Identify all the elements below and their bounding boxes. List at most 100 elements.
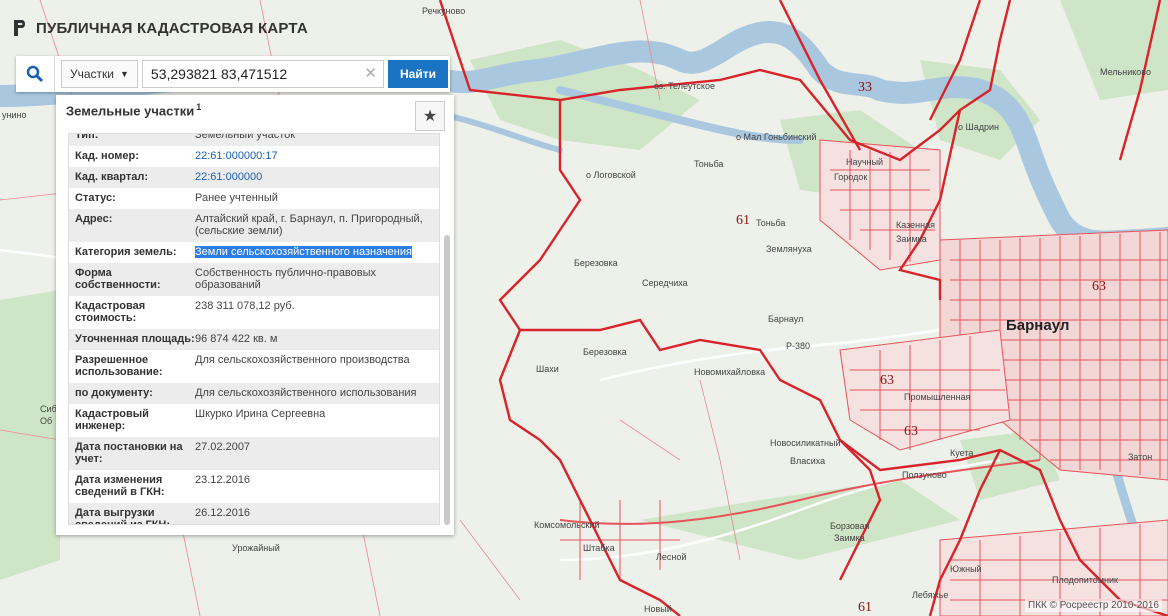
attribute-key: Кадастровая стоимость: — [75, 300, 146, 324]
map-label: Землянуха — [766, 244, 812, 254]
attribute-key: Разрешенное использование: — [75, 354, 163, 378]
attribute-value-link[interactable]: 22:61:000000 — [195, 171, 435, 183]
attribute-row: Категория земель: Земли сельскохозяйствен… — [69, 242, 439, 263]
map-label: о Мал Гоньбинский — [736, 132, 816, 142]
search-icon[interactable] — [16, 56, 55, 92]
map-label: Ползуново — [902, 470, 947, 480]
chevron-down-icon: ▼ — [120, 69, 129, 79]
map-label: оз. Телеутское — [654, 81, 715, 91]
attribute-row: Кад. номер: 22:61:000000:17 — [69, 146, 439, 167]
scrollbar[interactable] — [444, 235, 450, 525]
map-label: Южный — [950, 564, 982, 574]
star-icon: ★ — [422, 108, 438, 125]
results-count: 1 — [196, 102, 202, 112]
map-label: Новомихайловка — [694, 367, 765, 377]
map-label: Научный — [846, 157, 883, 167]
attribute-value-link[interactable]: 22:61:000000:17 — [195, 150, 435, 162]
attribute-value: 23.12.2016 — [195, 474, 251, 486]
search-input[interactable]: 53,293821 83,471512 ✕ — [141, 60, 384, 88]
map-label: Урожайный — [232, 543, 280, 553]
attribute-row: Разрешенное использование: Для сельскохоз… — [69, 350, 439, 383]
district-number: 61 — [858, 600, 872, 615]
map-label: Об — [40, 416, 52, 426]
attribute-row: Статус: Ранее учтенный — [69, 188, 439, 209]
map-label: Городок — [834, 172, 867, 182]
attribute-key: Кад. номер: — [75, 150, 139, 162]
district-number: 63 — [1092, 279, 1106, 294]
info-panel: Земельные участки 1 ★ Тип: Земельный участ… — [56, 95, 454, 535]
selected-text: Земли сельскохозяйственного назначения — [195, 246, 412, 258]
map-label: Лебяжье — [912, 590, 948, 600]
map-label: Плодопитомник — [1052, 575, 1118, 585]
map-label: Сиб — [40, 404, 57, 414]
attribute-key: Дата постановки на учет: — [75, 441, 183, 465]
attribute-row: Дата постановки на учет: 27.02.2007 — [69, 437, 439, 470]
find-button[interactable]: Найти — [388, 60, 448, 88]
attribute-row: по документу: Для сельскохозяйственного и… — [69, 383, 439, 404]
parcel-attributes: Тип: Земельный участок Кад. номер: 22:61:00… — [68, 133, 440, 525]
map-label: Заимка — [896, 234, 927, 244]
app-title: ПУБЛИЧНАЯ КАДАСТРОВАЯ КАРТА — [36, 19, 308, 37]
map-label: Тоньба — [756, 218, 785, 228]
map-label: Заимка — [834, 533, 865, 543]
attribute-row: Тип: Земельный участок — [69, 133, 439, 146]
attribute-row: Форма собственности: Собственность публич… — [69, 263, 439, 296]
map-label: Новосиликатный — [770, 438, 841, 448]
map-label: Р-380 — [786, 341, 810, 351]
attribute-row: Дата выгрузки сведений из ГКН: 26.12.2016 — [69, 503, 439, 525]
attribute-key: Форма собственности: — [75, 267, 161, 291]
map-label: Новый — [644, 604, 672, 614]
map-label: Штабка — [583, 543, 615, 553]
map-label: Шахи — [536, 364, 559, 374]
attribute-value: Ранее учтенный — [195, 192, 278, 204]
app-header: ПУБЛИЧНАЯ КАДАСТРОВАЯ КАРТА — [12, 18, 308, 38]
attribute-key: Статус: — [75, 192, 116, 204]
attribute-key: по документу: — [75, 387, 153, 399]
map-label: Власиха — [790, 456, 825, 466]
map-label: Казенная — [896, 220, 935, 230]
district-number: 63 — [880, 373, 894, 388]
map-label: Борзовая — [830, 521, 870, 531]
district-number: 33 — [858, 80, 872, 95]
attribute-value: 27.02.2007 — [195, 441, 251, 453]
panel-title-text: Земельные участки — [66, 103, 195, 119]
attribute-key: Кад. квартал: — [75, 171, 149, 183]
map-label: Середчиха — [642, 278, 688, 288]
map-label: Барнаул — [768, 314, 803, 324]
attribute-row: Кадастровая стоимость: 238 311 078,12 руб… — [69, 296, 439, 329]
clear-icon[interactable]: ✕ — [364, 64, 377, 82]
map-label: Мельниково — [1100, 67, 1151, 77]
attribute-value: 96 874 422 кв. м — [195, 333, 278, 345]
attribute-value: Собственность публично-правовых образова… — [195, 267, 377, 291]
attribute-key: Тип: — [75, 133, 99, 141]
map-label: Березовка — [574, 258, 618, 268]
map-label: Тоньба — [694, 159, 723, 169]
attribute-value: Земельный участок — [195, 133, 296, 141]
search-query-text: 53,293821 83,471512 — [150, 66, 288, 82]
map-attribution: ПКК © Росреестр 2010-2016 — [1025, 599, 1162, 612]
favorite-button[interactable]: ★ — [415, 101, 445, 131]
map-label: Затон — [1128, 452, 1152, 462]
attribute-value: Земли сельскохозяйственного назначения — [195, 246, 435, 258]
map-label: Речкуново — [422, 6, 465, 16]
map-label: Куета — [950, 448, 973, 458]
map-label-city: Барнаул — [1006, 317, 1069, 334]
attribute-value: Шкурко Ирина Сергеевна — [195, 408, 326, 420]
attribute-row: Адрес: Алтайский край, г. Барнаул, п. При… — [69, 209, 439, 242]
attribute-row: Кадастровый инженер: Шкурко Ирина Сергеев… — [69, 404, 439, 437]
attribute-row: Уточненная площадь: 96 874 422 кв. м — [69, 329, 439, 350]
attribute-value: 26.12.2016 — [195, 507, 251, 519]
panel-title: Земельные участки 1 — [66, 102, 201, 118]
attribute-row: Кад. квартал: 22:61:000000 — [69, 167, 439, 188]
map-label: о Шадрин — [958, 122, 999, 132]
rosreestr-logo-icon — [14, 20, 25, 36]
attribute-key: Кадастровый инженер: — [75, 408, 149, 432]
attribute-key: Дата выгрузки сведений из ГКН: — [75, 507, 171, 525]
map-label: унино — [2, 110, 26, 120]
map-label: Березовка — [583, 347, 627, 357]
object-type-dropdown[interactable]: Участки ▼ — [61, 60, 138, 88]
map-label: Промышленная — [904, 392, 971, 402]
attribute-key: Категория земель: — [75, 246, 177, 258]
attribute-value: Для сельскохозяйственного использования — [195, 387, 417, 399]
attribute-key: Адрес: — [75, 213, 113, 225]
